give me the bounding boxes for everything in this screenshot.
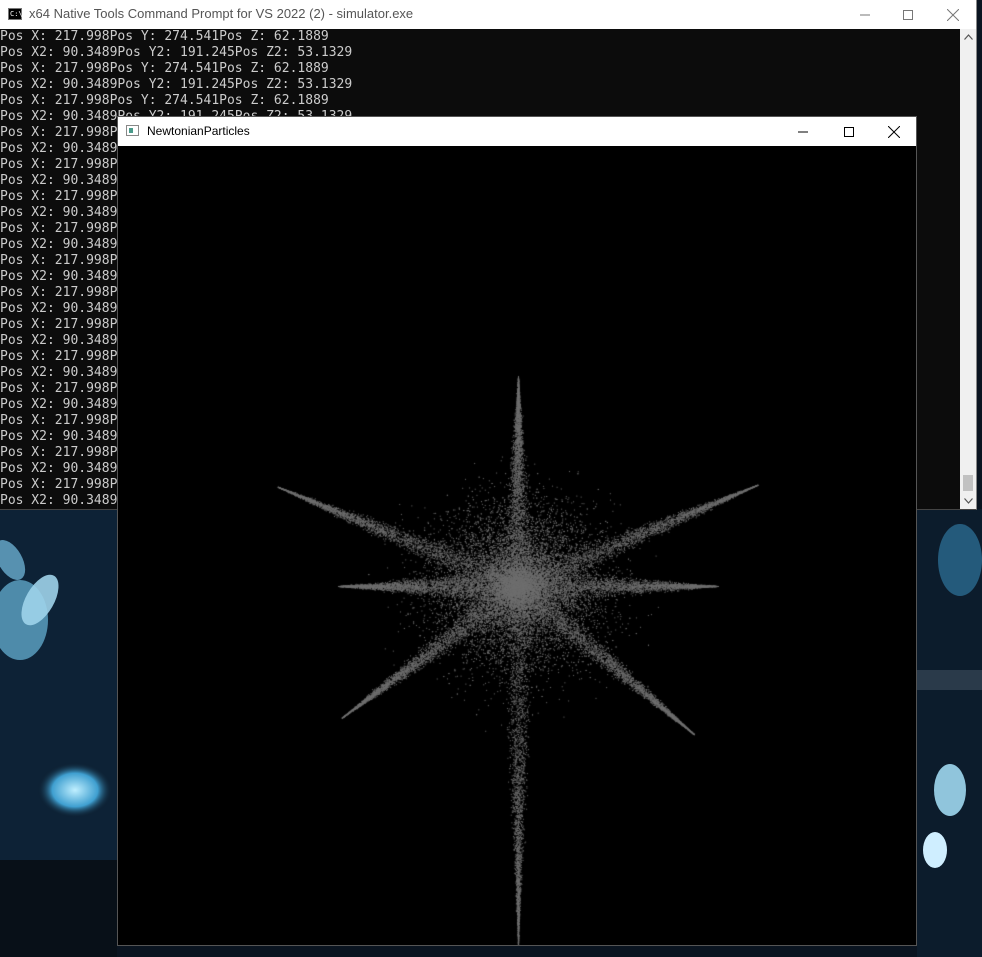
console-line: Pos X: 217.998Pos Y: 274.541Pos Z: 62.18… [0,93,329,108]
console-scrollbar[interactable] [960,29,976,509]
particles-window[interactable]: NewtonianParticles [117,116,917,946]
minimize-icon [860,14,870,15]
particles-titlebar[interactable]: NewtonianParticles [118,117,916,146]
close-icon [947,8,959,21]
console-maximize-button[interactable] [885,0,931,29]
particle-cloud [118,146,916,945]
maximize-icon [903,9,913,20]
console-titlebar[interactable]: C:\ x64 Native Tools Command Prompt for … [0,0,976,29]
console-line: Pos X2: 90.3489Pos Y2: 191.245Pos Z2: 53… [0,45,353,60]
particles-maximize-button[interactable] [826,117,872,146]
particles-title: NewtonianParticles [147,124,250,138]
console-line: Pos X: 217.998Pos Y: 274.541Pos Z: 62.18… [0,61,329,76]
particles-app-icon [126,125,139,136]
minimize-icon [798,131,808,132]
maximize-icon [844,126,854,137]
scroll-up-button[interactable] [960,29,976,45]
scroll-thumb[interactable] [963,475,973,491]
console-app-icon: C:\ [8,8,23,20]
chevron-up-icon [963,34,973,40]
close-icon [888,125,900,138]
particle-canvas[interactable] [118,146,916,945]
scroll-down-button[interactable] [960,493,976,509]
particles-minimize-button[interactable] [780,117,826,146]
console-line: Pos X2: 90.3489Pos Y2: 191.245Pos Z2: 53… [0,77,353,92]
console-minimize-button[interactable] [842,0,888,29]
chevron-down-icon [963,498,973,504]
particles-close-button[interactable] [871,117,917,146]
console-line: Pos X: 217.998Pos Y: 274.541Pos Z: 62.18… [0,29,329,44]
console-close-button[interactable] [930,0,976,29]
console-title: x64 Native Tools Command Prompt for VS 2… [29,6,414,21]
